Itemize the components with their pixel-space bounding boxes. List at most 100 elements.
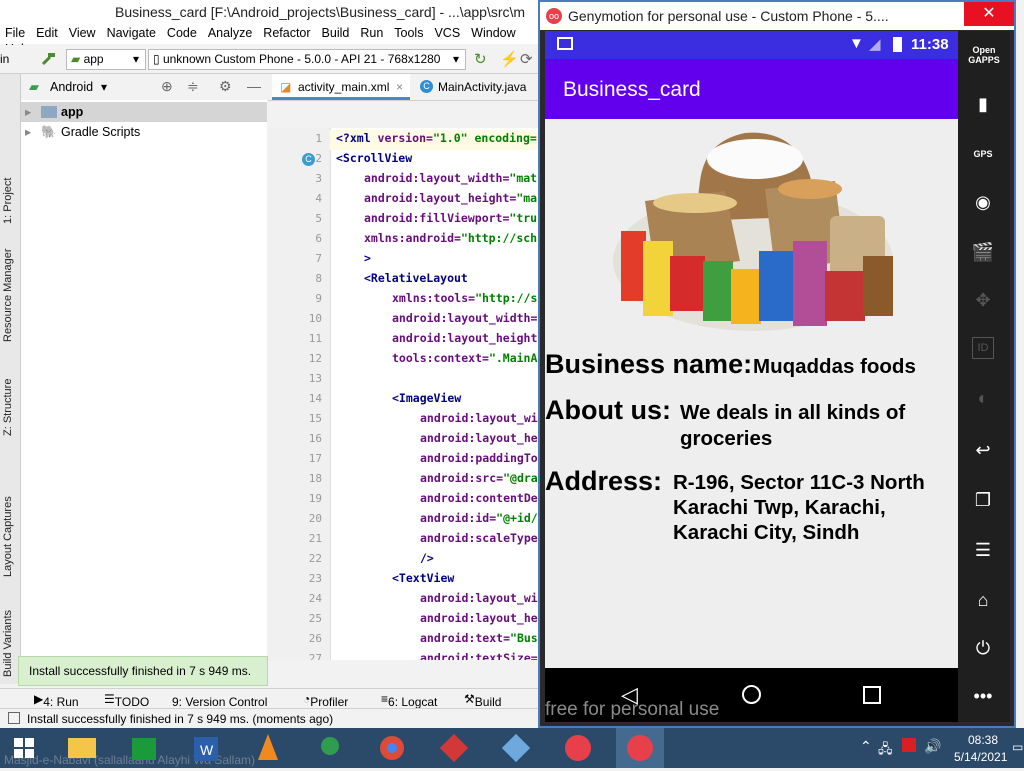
menu-refactor[interactable]: Refactor — [258, 24, 316, 40]
sourcetree-icon[interactable] — [492, 728, 540, 768]
tree-label: app — [61, 105, 84, 119]
chevron-down-icon[interactable]: ▾ — [101, 80, 107, 94]
menu-run[interactable]: Run — [355, 24, 389, 40]
recents-nav-icon[interactable] — [863, 686, 881, 704]
store-icon[interactable] — [120, 728, 168, 768]
tab-build[interactable]: ⚒ Build — [464, 692, 501, 709]
install-toast[interactable]: Install successfully finished in 7 s 949… — [18, 656, 268, 686]
code-line: tools:context=".MainA — [392, 351, 538, 365]
menu-analyze[interactable]: Analyze — [203, 24, 258, 40]
window-title: Business_card [F:\Android_projects\Busin… — [115, 4, 526, 20]
line-number: 3 — [315, 172, 322, 185]
genymotion-taskbar-icon[interactable] — [554, 728, 602, 768]
collapse-icon[interactable]: ≑ — [187, 78, 199, 95]
power-icon[interactable]: ⏻ — [970, 635, 996, 661]
tab-run[interactable]: ▶ 4: Run — [34, 692, 79, 709]
tab-main-activity[interactable]: C MainActivity.java — [416, 74, 538, 100]
apply-changes-icon[interactable]: ⚡ — [500, 50, 519, 68]
start-button[interactable] — [0, 728, 48, 768]
menu-file[interactable]: File — [0, 24, 31, 40]
dpad-icon: ✥ — [975, 290, 991, 310]
recent-apps-icon[interactable]: ❐ — [970, 487, 996, 513]
expand-arrow-icon[interactable]: ▸ — [25, 102, 31, 122]
class-marker-icon[interactable]: C — [302, 153, 315, 166]
tree-item-gradle-scripts[interactable]: ▸ 🐘 Gradle Scripts — [21, 122, 259, 142]
locate-icon[interactable]: ⊕ — [161, 78, 173, 95]
run-config-select[interactable]: ▰ app ▾ — [66, 49, 146, 70]
back-button-icon[interactable]: ↩ — [970, 437, 996, 463]
code-line: > — [364, 251, 371, 265]
line-number: 12 — [308, 352, 322, 365]
file-explorer-icon[interactable] — [58, 728, 106, 768]
tab-label: activity_main.xml — [298, 80, 390, 94]
android-icon: ▰ — [29, 79, 39, 94]
menu-code[interactable]: Code — [162, 24, 203, 40]
code-line: <ImageView — [392, 391, 462, 405]
menu-edit[interactable]: Edit — [31, 24, 64, 40]
chrome-icon[interactable] — [368, 728, 416, 768]
vlc-icon[interactable] — [244, 728, 292, 768]
antivirus-icon[interactable] — [902, 738, 916, 752]
menu-build[interactable]: Build — [317, 24, 356, 40]
hide-icon[interactable]: — — [247, 78, 261, 94]
sync-icon[interactable]: ⟳ — [520, 50, 533, 68]
more-options-icon[interactable]: ••• — [970, 683, 996, 709]
tree-label: Gradle Scripts — [61, 125, 141, 139]
tab-activity-main[interactable]: ◪ activity_main.xml × — [272, 74, 410, 100]
tree-item-app[interactable]: ▸ app — [21, 102, 267, 122]
rerun-icon[interactable]: ↻ — [474, 50, 487, 68]
battery-widget-icon[interactable]: ▮ — [970, 91, 996, 117]
menu-icon[interactable]: ☰ — [970, 537, 996, 563]
business-name-value: Muqaddas foods — [753, 355, 916, 378]
menu-navigate[interactable]: Navigate — [102, 24, 162, 40]
open-gapps-button[interactable]: Open GAPPS — [962, 45, 1006, 65]
code-line: android:layout_he — [420, 431, 538, 445]
project-view-header: ▰ Android ▾ ⊕ ≑ ⚙ — — [21, 74, 267, 101]
gradle-icon: 🐘 — [41, 125, 57, 139]
volume-icon[interactable]: 🔊 — [924, 738, 941, 755]
device-select[interactable]: ▯ unknown Custom Phone - 5.0.0 - API 21 … — [148, 49, 466, 70]
hammer-icon[interactable] — [40, 51, 56, 67]
tab-build-variants[interactable]: Build Variants — [2, 610, 14, 677]
tab-todo[interactable]: ☰ TODO — [104, 692, 149, 709]
home-icon[interactable]: ⌂ — [970, 587, 996, 613]
tab-logcat[interactable]: ≡ 6: Logcat — [381, 692, 437, 709]
gear-icon[interactable]: ⚙ — [219, 78, 232, 95]
windows-taskbar: Masjid-e-Nabavi (sallallaahu Alayhi Wa S… — [0, 728, 1024, 768]
tray-clock[interactable]: 08:38 — [968, 733, 998, 747]
close-icon[interactable]: × — [396, 74, 403, 100]
expand-arrow-icon[interactable]: ▸ — [25, 122, 31, 142]
code-editor[interactable]: 1 2 3 4 5 6 7 8 9 10 11 12 13 14 15 16 17 18 19 20 21 22 23 24 2… — [268, 128, 540, 660]
status-toggle-icon[interactable] — [8, 712, 20, 724]
menu-window[interactable]: Window — [466, 24, 521, 40]
phone-status-bar: ▼ ◢ 11:38 — [545, 31, 958, 59]
tab-structure[interactable]: Z: Structure — [2, 379, 14, 436]
screencast-icon: 🎬 — [971, 242, 995, 262]
menu-tools[interactable]: Tools — [389, 24, 429, 40]
chevron-up-icon[interactable]: ⌃ — [860, 738, 872, 755]
tab-project[interactable]: 1: Project — [2, 178, 14, 224]
gps-icon[interactable]: GPS — [970, 141, 996, 167]
tab-layout-captures[interactable]: Layout Captures — [2, 496, 14, 577]
word-icon[interactable]: W — [182, 728, 230, 768]
project-view-select[interactable]: Android — [50, 80, 93, 94]
webcam-icon[interactable]: ◉ — [970, 189, 996, 215]
menu-view[interactable]: View — [64, 24, 102, 40]
notifications-icon[interactable]: ▭ — [1012, 740, 1023, 754]
code-line: android:fillViewport="tru — [364, 211, 538, 225]
line-number: 8 — [315, 272, 322, 285]
line-number: 24 — [308, 592, 322, 605]
tab-profiler[interactable]: ◔ Profiler — [303, 692, 348, 709]
line-number: 10 — [308, 312, 322, 325]
close-icon[interactable]: ✕ — [964, 2, 1014, 26]
chevron-down-icon: ▾ — [452, 52, 459, 66]
app-icon-red[interactable] — [430, 728, 478, 768]
home-nav-icon[interactable] — [742, 685, 761, 704]
tab-resource-manager[interactable]: Resource Manager — [2, 248, 14, 342]
network-icon[interactable]: 🖧 — [878, 740, 893, 762]
tray-date[interactable]: 5/14/2021 — [954, 750, 1007, 764]
maps-icon[interactable] — [306, 728, 354, 768]
menu-vcs[interactable]: VCS — [429, 24, 466, 40]
code-line: <TextView — [392, 571, 455, 585]
genymotion-player-icon[interactable] — [616, 728, 664, 768]
